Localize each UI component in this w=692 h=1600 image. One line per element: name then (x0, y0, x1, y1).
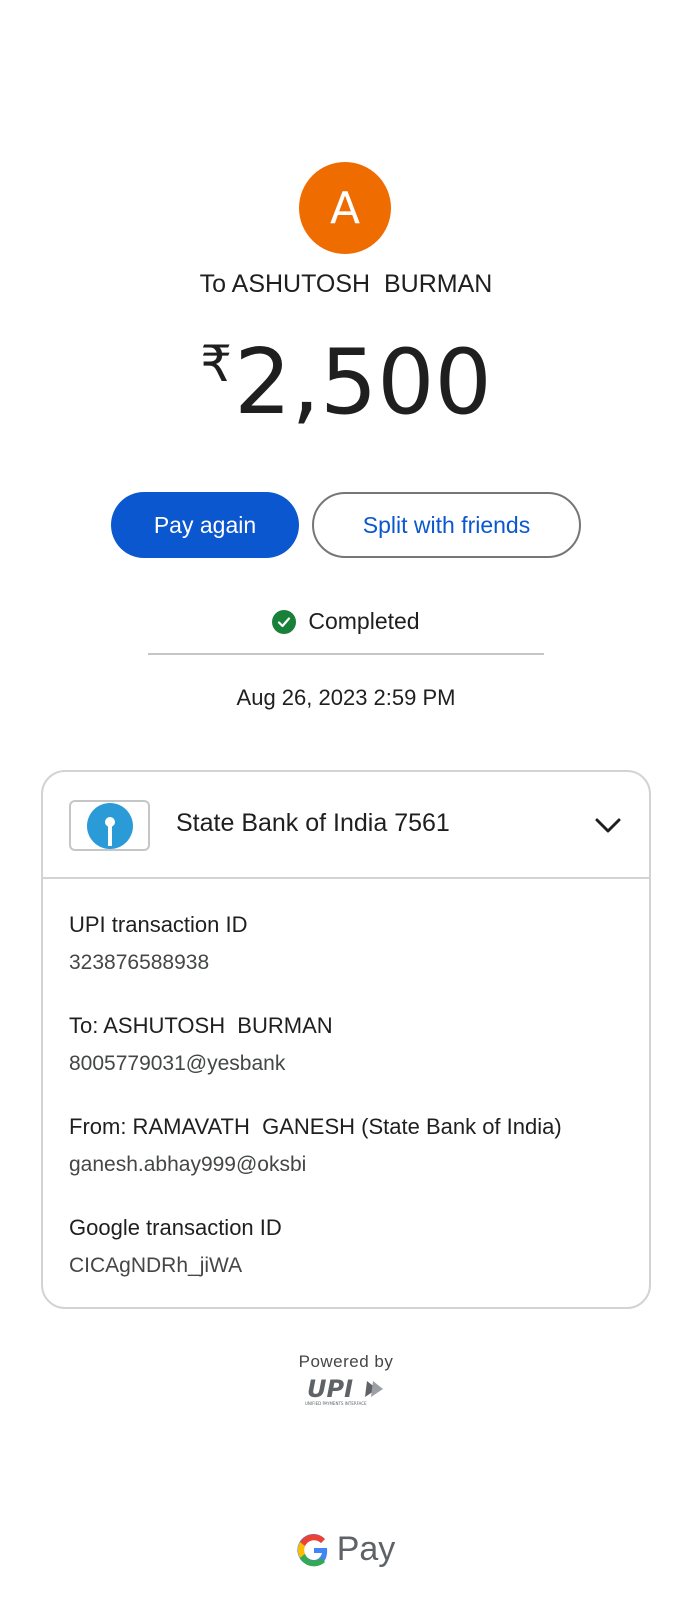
transaction-datetime: Aug 26, 2023 2:59 PM (236, 685, 456, 710)
status-text: Completed (308, 608, 420, 634)
upi-logo-icon: UPI UNIFIED PAYMENTS INTERFACE (305, 1375, 383, 1406)
detail-label: UPI transaction ID (69, 912, 248, 937)
bank-name: State Bank of India 7561 (176, 809, 450, 837)
detail-label: From: RAMAVATH GANESH (State Bank of Ind… (69, 1114, 562, 1139)
google-pay-logo: Pay (0, 1530, 692, 1569)
upi-logo-text: UPI (307, 1375, 353, 1403)
chevron-down-icon[interactable] (593, 810, 623, 840)
detail-value: 8005779031@yesbank (69, 1052, 286, 1076)
check-circle-icon (272, 609, 297, 634)
list-item: To: ASHUTOSH BURMAN 8005779031@yesbank (69, 1013, 629, 1114)
gpay-text: Pay (336, 1530, 396, 1568)
google-g-icon (297, 1533, 327, 1566)
transaction-details-card: State Bank of India 7561 UPI transaction… (41, 770, 651, 1309)
pay-again-button[interactable]: Pay again (111, 492, 299, 558)
list-item: UPI transaction ID 323876588938 (69, 912, 629, 1013)
split-with-friends-button[interactable]: Split with friends (312, 492, 581, 558)
list-item: From: RAMAVATH GANESH (State Bank of Ind… (69, 1114, 629, 1215)
detail-label: Google transaction ID (69, 1215, 282, 1240)
list-item: Google transaction ID CICAgNDRh_jiWA (69, 1215, 629, 1307)
detail-label: To: ASHUTOSH BURMAN (69, 1013, 333, 1038)
detail-value: 323876588938 (69, 951, 210, 975)
recipient-name: To ASHUTOSH BURMAN (199, 270, 493, 298)
upi-tagline: UNIFIED PAYMENTS INTERFACE (305, 1401, 367, 1406)
detail-value: CICAgNDRh_jiWA (69, 1254, 243, 1278)
status-row: Completed (0, 608, 692, 635)
amount-value: 2,500 (234, 330, 492, 435)
avatar: A (299, 162, 391, 254)
divider (148, 653, 544, 655)
sbi-logo-icon (69, 800, 150, 851)
currency-symbol: ₹ (200, 335, 233, 393)
payment-amount: ₹2,500 (0, 338, 692, 428)
details-list: UPI transaction ID 323876588938 To: ASHU… (69, 912, 629, 1307)
bank-account-header[interactable]: State Bank of India 7561 (43, 772, 649, 879)
powered-by-label: Powered by (298, 1352, 394, 1371)
detail-value: ganesh.abhay999@oksbi (69, 1153, 307, 1177)
